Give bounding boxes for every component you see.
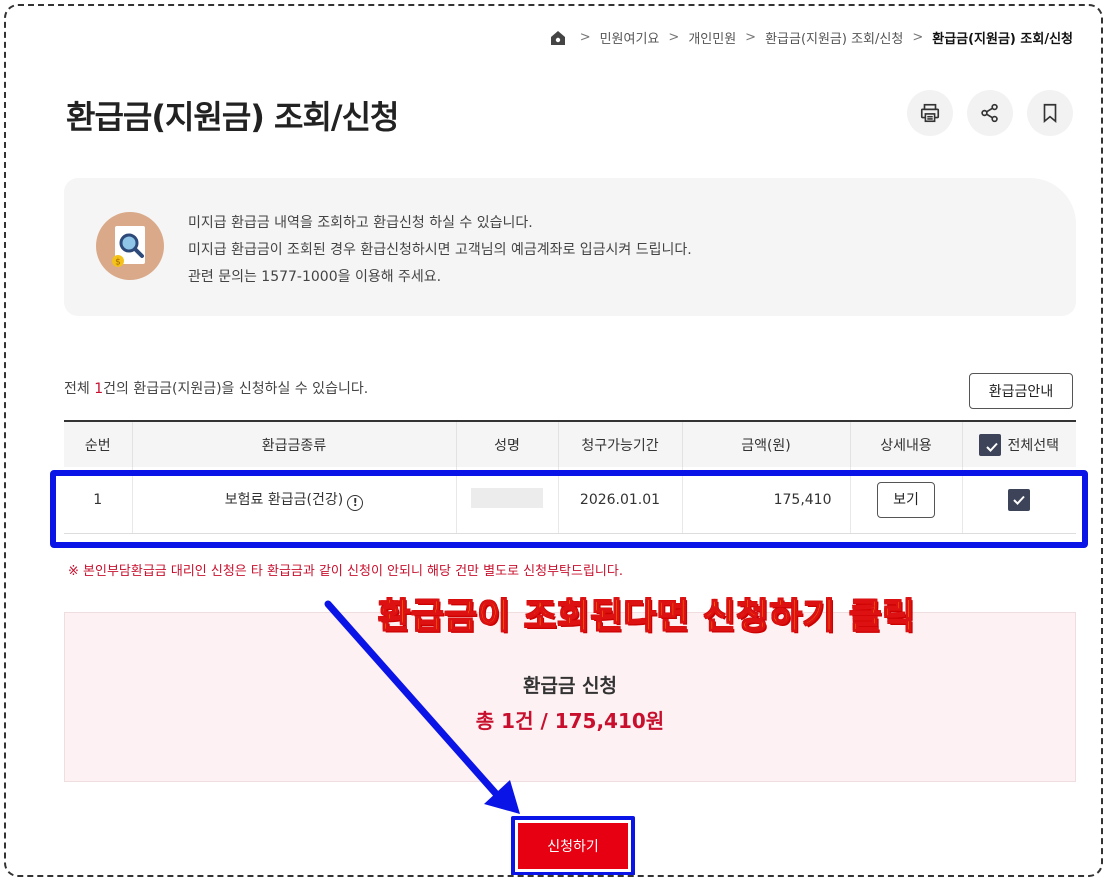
breadcrumb-current: 환급금(지원금) 조회/신청 xyxy=(932,32,1073,47)
breadcrumb-item-2[interactable]: 개인민원 xyxy=(688,28,736,47)
header-amount: 금액(원) xyxy=(682,421,851,467)
header-period: 청구가능기간 xyxy=(558,421,683,467)
row-select-checkbox[interactable] xyxy=(1008,488,1031,511)
breadcrumb-separator: > xyxy=(912,30,924,45)
apply-total: 총 1건 / 175,410원 xyxy=(475,709,665,733)
header-no: 순번 xyxy=(64,421,133,467)
print-button[interactable] xyxy=(907,90,953,136)
share-button[interactable] xyxy=(967,90,1013,136)
breadcrumb-item-1[interactable]: 민원여기요 xyxy=(600,28,660,47)
proxy-notice: ※ 본인부담환급금 대리인 신청은 타 환급금과 같이 신청이 안되니 해당 건… xyxy=(68,564,623,579)
cell-period: 2026.01.01 xyxy=(558,467,683,534)
bookmark-icon xyxy=(1043,103,1057,124)
print-icon xyxy=(920,103,940,123)
select-all-checkbox[interactable] xyxy=(979,433,1002,456)
summary-prefix: 전체 xyxy=(64,381,95,397)
summary-count: 1 xyxy=(94,381,104,397)
info-line-2: 미지급 환급금이 조회된 경우 환급신청하시면 고객님의 예금계좌로 입금시켜 … xyxy=(188,242,692,258)
apply-title: 환급금 신청 xyxy=(522,675,617,697)
cell-amount: 175,410 xyxy=(682,467,851,534)
title-actions xyxy=(907,90,1073,136)
breadcrumb: > 민원여기요 > 개인민원 > 환급금(지원금) 조회/신청 > 환급금(지원… xyxy=(549,28,1073,47)
header-name: 성명 xyxy=(456,421,559,467)
masked-name xyxy=(471,487,543,508)
table-header-row: 순번 환급금종류 성명 청구가능기간 금액(원) 상세내용 전체선택 xyxy=(64,421,1076,467)
document-search-icon: $ xyxy=(96,212,164,280)
refund-guide-button[interactable]: 환급금안내 xyxy=(969,373,1073,409)
info-text: 미지급 환급금 내역을 조회하고 환급신청 하실 수 있습니다. 미지급 환급금… xyxy=(188,210,692,291)
cell-type: 보험료 환급금(건강)! xyxy=(132,467,457,534)
checkmark-icon xyxy=(1013,495,1025,505)
apply-submit-button[interactable]: 신청하기 xyxy=(518,823,628,869)
view-detail-button[interactable]: 보기 xyxy=(877,481,935,518)
cell-no: 1 xyxy=(64,467,133,534)
share-icon xyxy=(981,103,998,123)
info-box: $ 미지급 환급금 내역을 조회하고 환급신청 하실 수 있습니다. 미지급 환… xyxy=(64,178,1076,316)
info-line-1: 미지급 환급금 내역을 조회하고 환급신청 하실 수 있습니다. xyxy=(188,215,533,231)
refund-table: 순번 환급금종류 성명 청구가능기간 금액(원) 상세내용 전체선택 1 보험료… xyxy=(64,420,1076,534)
cell-select xyxy=(962,467,1076,534)
breadcrumb-separator: > xyxy=(745,30,757,45)
header-type: 환급금종류 xyxy=(132,421,457,467)
refund-type-label: 보험료 환급금(건강) xyxy=(224,491,344,508)
annotation-text: 환급금이 조회된다면 신청하기 클릭 xyxy=(377,596,916,638)
page-title: 환급금(지원금) 조회/신청 xyxy=(66,98,399,136)
select-all-label: 전체선택 xyxy=(1007,437,1060,454)
breadcrumb-separator: > xyxy=(668,30,680,45)
svg-text:$: $ xyxy=(115,258,121,268)
cell-detail: 보기 xyxy=(850,467,963,534)
bookmark-button[interactable] xyxy=(1027,90,1073,136)
page-frame: > 민원여기요 > 개인민원 > 환급금(지원금) 조회/신청 > 환급금(지원… xyxy=(4,4,1103,877)
info-circle-icon[interactable]: ! xyxy=(347,494,364,511)
breadcrumb-separator: > xyxy=(579,30,591,45)
breadcrumb-item-3[interactable]: 환급금(지원금) 조회/신청 xyxy=(765,28,903,47)
home-icon[interactable] xyxy=(549,29,567,47)
cell-name xyxy=(456,467,559,534)
header-select-all: 전체선택 xyxy=(962,421,1076,467)
checkmark-icon xyxy=(986,442,999,452)
header-detail: 상세내용 xyxy=(850,421,963,467)
result-summary: 전체 1건의 환급금(지원금)을 신청하실 수 있습니다. xyxy=(64,378,368,398)
info-line-3: 관련 문의는 1577-1000을 이용해 주세요. xyxy=(188,269,442,285)
table-row: 1 보험료 환급금(건강)! 2026.01.01 175,410 보기 xyxy=(64,467,1076,534)
summary-suffix: 건의 환급금(지원금)을 신청하실 수 있습니다. xyxy=(103,381,369,397)
